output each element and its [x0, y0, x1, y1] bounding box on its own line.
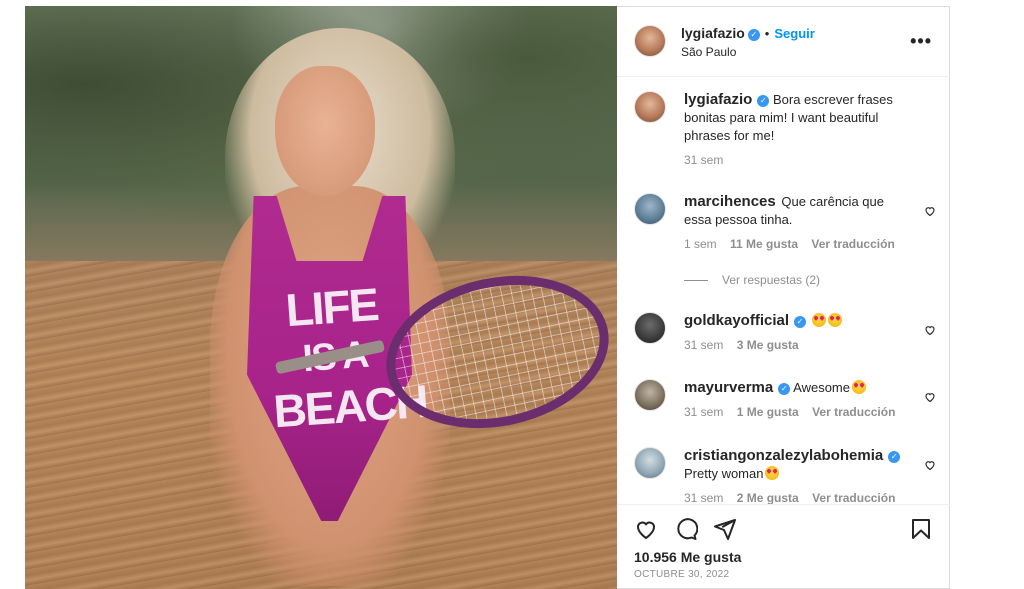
heart-eyes-emoji-icon — [827, 313, 842, 327]
comment-time[interactable]: 31 sem — [684, 491, 723, 504]
comment-time[interactable]: 31 sem — [684, 405, 723, 419]
comment-text: Pretty woman — [684, 466, 764, 481]
post-photo[interactable]: LIFE IS A BEACH — [25, 6, 617, 589]
share-send-icon[interactable] — [713, 517, 737, 541]
comment-likes[interactable]: 2 Me gusta — [737, 491, 799, 504]
commenter-username[interactable]: goldkayofficial — [684, 312, 789, 329]
caption-username[interactable]: lygiafazio — [684, 91, 752, 108]
view-replies-label: Ver respuestas (2) — [722, 273, 821, 287]
post-side-panel: lygiafazio ✓ • Seguir São Paulo ••• lygiafa… — [617, 6, 950, 589]
save-bookmark-icon[interactable] — [909, 517, 933, 541]
post-actions: 10.956 Me gusta OCTUBRE 30, 2022 — [617, 504, 950, 589]
verified-badge-icon: ✓ — [888, 451, 901, 463]
post-date: OCTUBRE 30, 2022 — [634, 569, 730, 580]
commenter-avatar[interactable] — [634, 193, 666, 225]
verified-badge-icon: ✓ — [747, 29, 760, 41]
swimsuit-text-line3: BEACH — [271, 374, 429, 438]
comment-likes[interactable]: 1 Me gusta — [737, 405, 799, 419]
heart-eyes-emoji-icon — [851, 380, 866, 394]
commenter-avatar[interactable] — [634, 447, 666, 479]
commenter-username[interactable]: mayurverma — [684, 379, 773, 396]
post-header: lygiafazio ✓ • Seguir São Paulo ••• — [617, 7, 950, 77]
separator-dot: • — [764, 26, 770, 41]
likes-count[interactable]: 10.956 Me gusta — [634, 549, 741, 565]
heart-eyes-emoji-icon — [811, 313, 826, 327]
verified-badge-icon: ✓ — [794, 316, 807, 328]
verified-badge-icon: ✓ — [778, 383, 791, 395]
like-comment-heart-icon[interactable] — [924, 324, 936, 336]
comment-likes[interactable]: 3 Me gusta — [737, 338, 799, 352]
swimsuit-text-line1: LIFE — [283, 277, 380, 337]
figure-face — [275, 66, 375, 196]
comment-text: Awesome — [793, 380, 850, 395]
like-comment-heart-icon[interactable] — [924, 459, 936, 471]
see-translation-button[interactable]: Ver traducción — [812, 491, 895, 504]
comment-bubble-icon[interactable] — [674, 517, 698, 541]
more-options-icon[interactable]: ••• — [910, 31, 932, 52]
commenter-avatar[interactable] — [634, 379, 666, 411]
view-replies-button[interactable]: Ver respuestas (2) — [684, 273, 820, 287]
caption-time[interactable]: 31 sem — [684, 153, 723, 167]
like-comment-heart-icon[interactable] — [924, 391, 936, 403]
comment-time[interactable]: 1 sem — [684, 237, 717, 251]
commenter-avatar[interactable] — [634, 312, 666, 344]
comment-likes[interactable]: 11 Me gusta — [730, 237, 798, 251]
comments-list[interactable]: lygiafazio ✓ Bora escrever frases bonitas… — [617, 77, 950, 504]
like-comment-heart-icon[interactable] — [924, 205, 936, 217]
commenter-username[interactable]: marcihences — [684, 193, 776, 210]
replies-line — [684, 280, 708, 282]
author-username[interactable]: lygiafazio — [681, 25, 745, 41]
see-translation-button[interactable]: Ver traducción — [812, 405, 895, 419]
comment-time[interactable]: 31 sem — [684, 338, 723, 352]
follow-button[interactable]: Seguir — [774, 26, 814, 41]
commenter-username[interactable]: cristiangonzalezylabohemia — [684, 447, 883, 464]
verified-badge-icon: ✓ — [757, 95, 770, 107]
caption-avatar[interactable] — [634, 91, 666, 123]
post-location[interactable]: São Paulo — [681, 45, 736, 59]
see-translation-button[interactable]: Ver traducción — [811, 237, 894, 251]
like-heart-icon[interactable] — [634, 517, 658, 541]
author-avatar[interactable] — [634, 25, 666, 57]
heart-eyes-emoji-icon — [765, 466, 780, 480]
